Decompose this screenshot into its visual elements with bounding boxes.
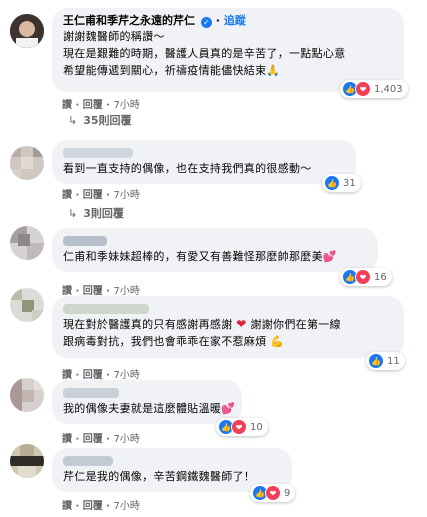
reaction-summary[interactable]: 👍 ❤ 9 [250,484,296,502]
comment-actions: 讚 · 回覆 · 7小時 [62,286,140,297]
commenter-name-blurred[interactable] [63,148,133,158]
like-link[interactable]: 讚 [62,100,72,111]
comment-bubble: 仁甫和季妹妹超棒的，有愛又有善難怪那麼帥那麼美💕 [52,228,378,272]
love-letter-emoji-icon: 💕 [221,402,236,415]
comment-text: 謝謝魏醫師的稱讚～ 現在是艱難的時期，醫護人員真的是辛苦了，一點點心意 希望能傳… [63,28,393,79]
reaction-summary[interactable]: 👍 ❤ 10 [216,418,268,436]
reply-link[interactable]: 回覆 [83,501,103,512]
timestamp[interactable]: 7小時 [114,100,140,111]
view-replies-link[interactable]: ↳ 35則回覆 [68,112,132,128]
follow-button[interactable]: 追蹤 [224,14,246,27]
comment-line: 跟病毒對抗，我們也會乖乖在家不惹麻煩 [63,335,267,348]
like-link[interactable]: 讚 [62,190,72,201]
reply-arrow-icon: ↳ [68,207,78,220]
comment-line: 希望能傳遞到關心，祈禱疫情能儘快結束 [63,64,267,77]
avatar[interactable] [10,226,44,260]
timestamp[interactable]: 7小時 [114,501,140,512]
comment-line: 我的偶像夫妻就是這麼體貼溫暖 [63,402,222,415]
comment-line: 芹仁是我的偶像，辛苦鋼鐵魏醫師了！ [63,470,256,483]
reaction-count: 11 [387,355,400,367]
reaction-count: 9 [284,487,291,499]
comment-line: 看到一直支持的偶像，也在支持我們真的很感動～ [63,162,312,175]
reply-arrow-icon: ↳ [68,114,78,127]
avatar[interactable] [10,378,44,412]
replies-label: 35則回覆 [83,114,132,127]
commenter-name-blurred[interactable] [63,456,113,466]
timestamp[interactable]: 7小時 [114,434,140,445]
comment-line: 仁甫和季妹妹超棒的，有愛又有善難怪那麼帥那麼美 [63,250,323,263]
like-reaction-icon: 👍 [324,175,340,191]
comment-bubble: 現在對於醫護真的只有感謝再感謝 ❤ 謝謝你們在第一線 跟病毒對抗，我們也會乖乖在… [52,296,404,358]
commenter-name[interactable]: 王仁甫和季芹之永遠的芹仁 [63,14,195,27]
comment-actions: 讚 · 回覆 · 7小時 [62,434,140,445]
avatar[interactable] [10,14,44,48]
love-letter-emoji-icon: 💕 [322,250,337,263]
comment-line: 現在是艱難的時期，醫護人員真的是辛苦了，一點點心意 [63,47,346,60]
flexed-biceps-emoji-icon: 💪 [270,335,285,348]
reaction-count: 1,403 [374,83,403,95]
commenter-name-blurred[interactable] [63,388,119,398]
love-reaction-icon: ❤ [355,269,371,285]
avatar[interactable] [10,146,44,180]
comment-bubble: 看到一直支持的偶像，也在支持我們真的很感動～ [52,140,356,184]
reaction-summary[interactable]: 👍 11 [366,352,405,370]
comment-actions: 讚 · 回覆 · 7小時 [62,370,140,381]
reply-link[interactable]: 回覆 [83,434,103,445]
commenter-name-blurred[interactable] [63,304,149,314]
reaction-summary[interactable]: 👍 31 [322,174,361,192]
comment-actions: 讚 · 回覆 · 7小時 [62,190,140,201]
love-reaction-icon: ❤ [265,485,281,501]
reaction-count: 10 [250,421,263,433]
love-reaction-icon: ❤ [231,419,247,435]
comment-line: 謝謝魏醫師的稱讚～ [63,30,165,43]
like-link[interactable]: 讚 [62,501,72,512]
comment-line: 現在對於醫護真的只有感謝再感謝 [63,318,233,331]
replies-label: 3則回覆 [83,207,124,220]
timestamp[interactable]: 7小時 [114,190,140,201]
avatar[interactable] [10,444,44,478]
reply-link[interactable]: 回覆 [83,190,103,201]
reaction-summary[interactable]: 👍 ❤ 1,403 [340,80,408,98]
verified-badge-icon: ✓ [200,17,212,28]
comment-actions: 讚 · 回覆 · 7小時 [62,501,140,512]
commenter-name-blurred[interactable] [63,236,107,246]
comment-line: 謝謝你們在第一線 [250,318,341,331]
avatar[interactable] [10,288,44,322]
comment-bubble: 我的偶像夫妻就是這麼體貼溫暖💕 [52,380,242,424]
reply-link[interactable]: 回覆 [83,100,103,111]
like-link[interactable]: 讚 [62,434,72,445]
love-reaction-icon: ❤ [355,81,371,97]
pray-emoji-icon: 🙏 [266,64,281,77]
like-reaction-icon: 👍 [368,353,384,369]
comment-actions: 讚 · 回覆 · 7小時 [62,100,140,111]
reaction-count: 16 [374,271,387,283]
reaction-summary[interactable]: 👍 ❤ 16 [340,268,392,286]
view-replies-link[interactable]: ↳ 3則回覆 [68,205,124,221]
red-heart-emoji-icon: ❤ [236,317,247,331]
reaction-count: 31 [343,177,356,189]
